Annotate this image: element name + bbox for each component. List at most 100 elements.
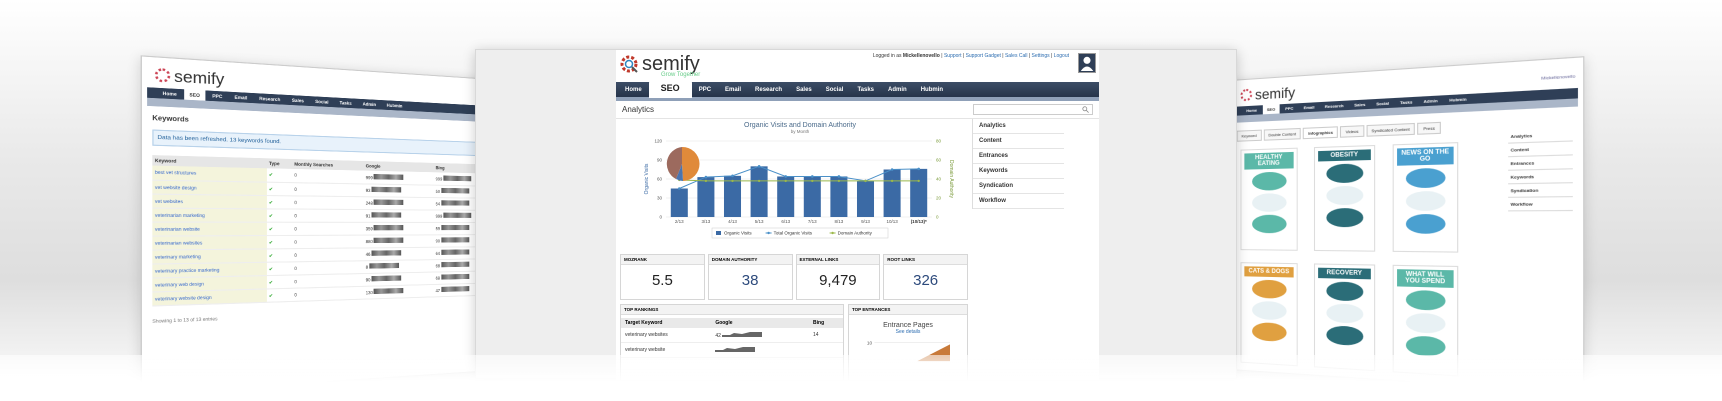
rankings-col-header: Bing <box>809 318 843 328</box>
keyword-cell[interactable]: vet websites <box>152 194 266 209</box>
header-link-support[interactable]: Support <box>944 53 962 59</box>
google-cell: 130 <box>364 284 434 299</box>
mini-nav-item: Home <box>157 88 181 100</box>
nav-item-research[interactable]: Research <box>748 83 789 97</box>
content-tab[interactable]: Keyword <box>1237 130 1262 142</box>
rank-keyword[interactable]: veterinary websites <box>621 328 711 343</box>
top-entrances-title: TOP ENTRANCES <box>849 305 967 315</box>
content-area: Organic Visits and Domain Authority by Mo… <box>616 119 1099 380</box>
content-tab[interactable]: Syndicated Content <box>1366 123 1415 137</box>
nav-item-admin[interactable]: Admin <box>881 83 914 97</box>
x-tick-label: 10/13 <box>886 219 898 224</box>
bar-organic-visits-0 <box>671 189 688 218</box>
mini-side-menu: Analytics Content Entrances Keywords Syndica… <box>1508 128 1573 212</box>
menu-item-workflow[interactable]: Workflow <box>973 194 1064 209</box>
metric-value: 5.5 <box>621 265 704 289</box>
google-sparkline <box>372 250 402 256</box>
mini-login: Mickellenovello <box>1541 72 1575 80</box>
mini-menu-item[interactable]: Entrances <box>1508 155 1573 170</box>
infographic-graphic <box>1326 163 1363 183</box>
search-input[interactable] <box>973 104 1093 115</box>
mini-nav-item: Email <box>230 92 252 103</box>
user-avatar[interactable] <box>1078 53 1096 73</box>
searches-cell: 0 <box>292 247 364 261</box>
point-da-5 <box>811 180 813 182</box>
type-cell: ✔ <box>267 235 292 248</box>
mini-logo: semify <box>1241 84 1296 104</box>
brand-logo[interactable]: semify <box>619 54 700 74</box>
bing-sparkline <box>441 249 469 254</box>
keyword-cell[interactable]: veterinarian website <box>152 222 266 236</box>
x-tick-label-partial: (10/13)* <box>911 219 927 224</box>
keyword-cell[interactable]: veterinary website design <box>152 288 266 305</box>
bing-sparkline <box>443 213 471 218</box>
point-da-1 <box>705 180 707 182</box>
y2-tick-label: 60 <box>936 158 942 163</box>
point-total-6 <box>838 175 841 178</box>
nav-item-email[interactable]: Email <box>718 83 748 97</box>
app-header: semify Grow Together Logged in as Mickel… <box>616 50 1099 82</box>
keyword-cell[interactable]: veterinarian websites <box>152 235 266 249</box>
nav-item-seo[interactable]: SEO <box>649 81 692 98</box>
infographic-card[interactable]: OBESITY <box>1314 145 1375 252</box>
infographic-card[interactable]: CATS & DOGS <box>1241 262 1298 366</box>
mini-menu-item[interactable]: Workflow <box>1508 197 1573 211</box>
point-total-3 <box>758 165 761 168</box>
nav-item-hubmin[interactable]: Hubmin <box>914 83 950 97</box>
bing-sparkline <box>441 274 469 280</box>
content-tab[interactable]: Infographics <box>1303 126 1338 139</box>
y-axis-label: Organic Visits <box>644 163 650 194</box>
keyword-cell[interactable]: vet website design <box>152 180 266 195</box>
nav-item-ppc[interactable]: PPC <box>692 83 718 97</box>
metric-value[interactable]: 326 <box>884 265 967 289</box>
mini-menu-item[interactable]: Keywords <box>1508 169 1573 184</box>
nav-item-social[interactable]: Social <box>819 83 851 97</box>
google-value: 880 <box>366 239 374 244</box>
content-tab[interactable]: Videos <box>1340 125 1364 138</box>
header-link-support-gadget[interactable]: Support Gadget <box>966 53 1001 59</box>
infographic-card[interactable]: NEWS ON THE GO <box>1393 142 1459 253</box>
bar-organic-visits-8 <box>884 170 901 218</box>
nav-item-home[interactable]: Home <box>618 83 649 97</box>
bing-sparkline <box>441 225 469 230</box>
menu-item-content[interactable]: Content <box>973 134 1064 149</box>
point-da-8 <box>891 180 893 182</box>
menu-item-keywords[interactable]: Keywords <box>973 164 1064 179</box>
mini-nav-item: Admin <box>1419 95 1442 106</box>
chart-subtitle: by Month <box>791 129 810 134</box>
google-value: 359 <box>366 226 374 231</box>
content-tab[interactable]: Double Content <box>1263 128 1301 141</box>
google-sparkline <box>372 212 402 217</box>
mini-nav-item: PPC <box>207 91 227 102</box>
bing-value: 999 <box>436 176 444 181</box>
point-total-0 <box>678 187 681 190</box>
menu-item-syndication[interactable]: Syndication <box>973 179 1064 194</box>
infographic-graphic <box>1252 172 1286 191</box>
bar-organic-visits-9 <box>910 169 927 217</box>
menu-item-analytics[interactable]: Analytics <box>973 119 1064 134</box>
y2-axis-label: Domain Authority <box>948 160 954 199</box>
header-link-settings[interactable]: Settings <box>1032 53 1050 59</box>
menu-item-entrances[interactable]: Entrances <box>973 149 1064 164</box>
mini-menu-item[interactable]: Syndication <box>1508 183 1573 198</box>
infographic-card[interactable]: HEALTHY EATING <box>1241 148 1298 251</box>
metric-value[interactable]: 38 <box>709 265 792 289</box>
header-link-logout[interactable]: Logout <box>1054 53 1069 59</box>
bar-organic-visits-5 <box>804 176 821 217</box>
keyword-cell[interactable]: veterinarian marketing <box>152 208 266 222</box>
y2-tick-label: 40 <box>936 177 942 182</box>
content-tab[interactable]: Press <box>1418 122 1441 135</box>
mini-nav-item: Tasks <box>1396 97 1417 108</box>
y-tick-label: 60 <box>657 177 663 182</box>
header-link-sales-call[interactable]: Sales Call <box>1005 53 1028 59</box>
app-window: semify Grow Together Logged in as Mickel… <box>616 50 1099 380</box>
point-da-4 <box>785 180 787 182</box>
metric-card-mozrank: MOZRANK 5.5 <box>620 254 705 300</box>
bing-sparkline <box>441 262 469 268</box>
organic-visits-chart: Organic Visits and Domain Authority by Mo… <box>620 119 968 248</box>
point-total-2 <box>731 175 734 178</box>
google-value: 130 <box>366 290 374 296</box>
nav-item-sales[interactable]: Sales <box>789 83 819 97</box>
rankings-col-header: Target Keyword <box>621 318 711 328</box>
nav-item-tasks[interactable]: Tasks <box>850 83 881 97</box>
